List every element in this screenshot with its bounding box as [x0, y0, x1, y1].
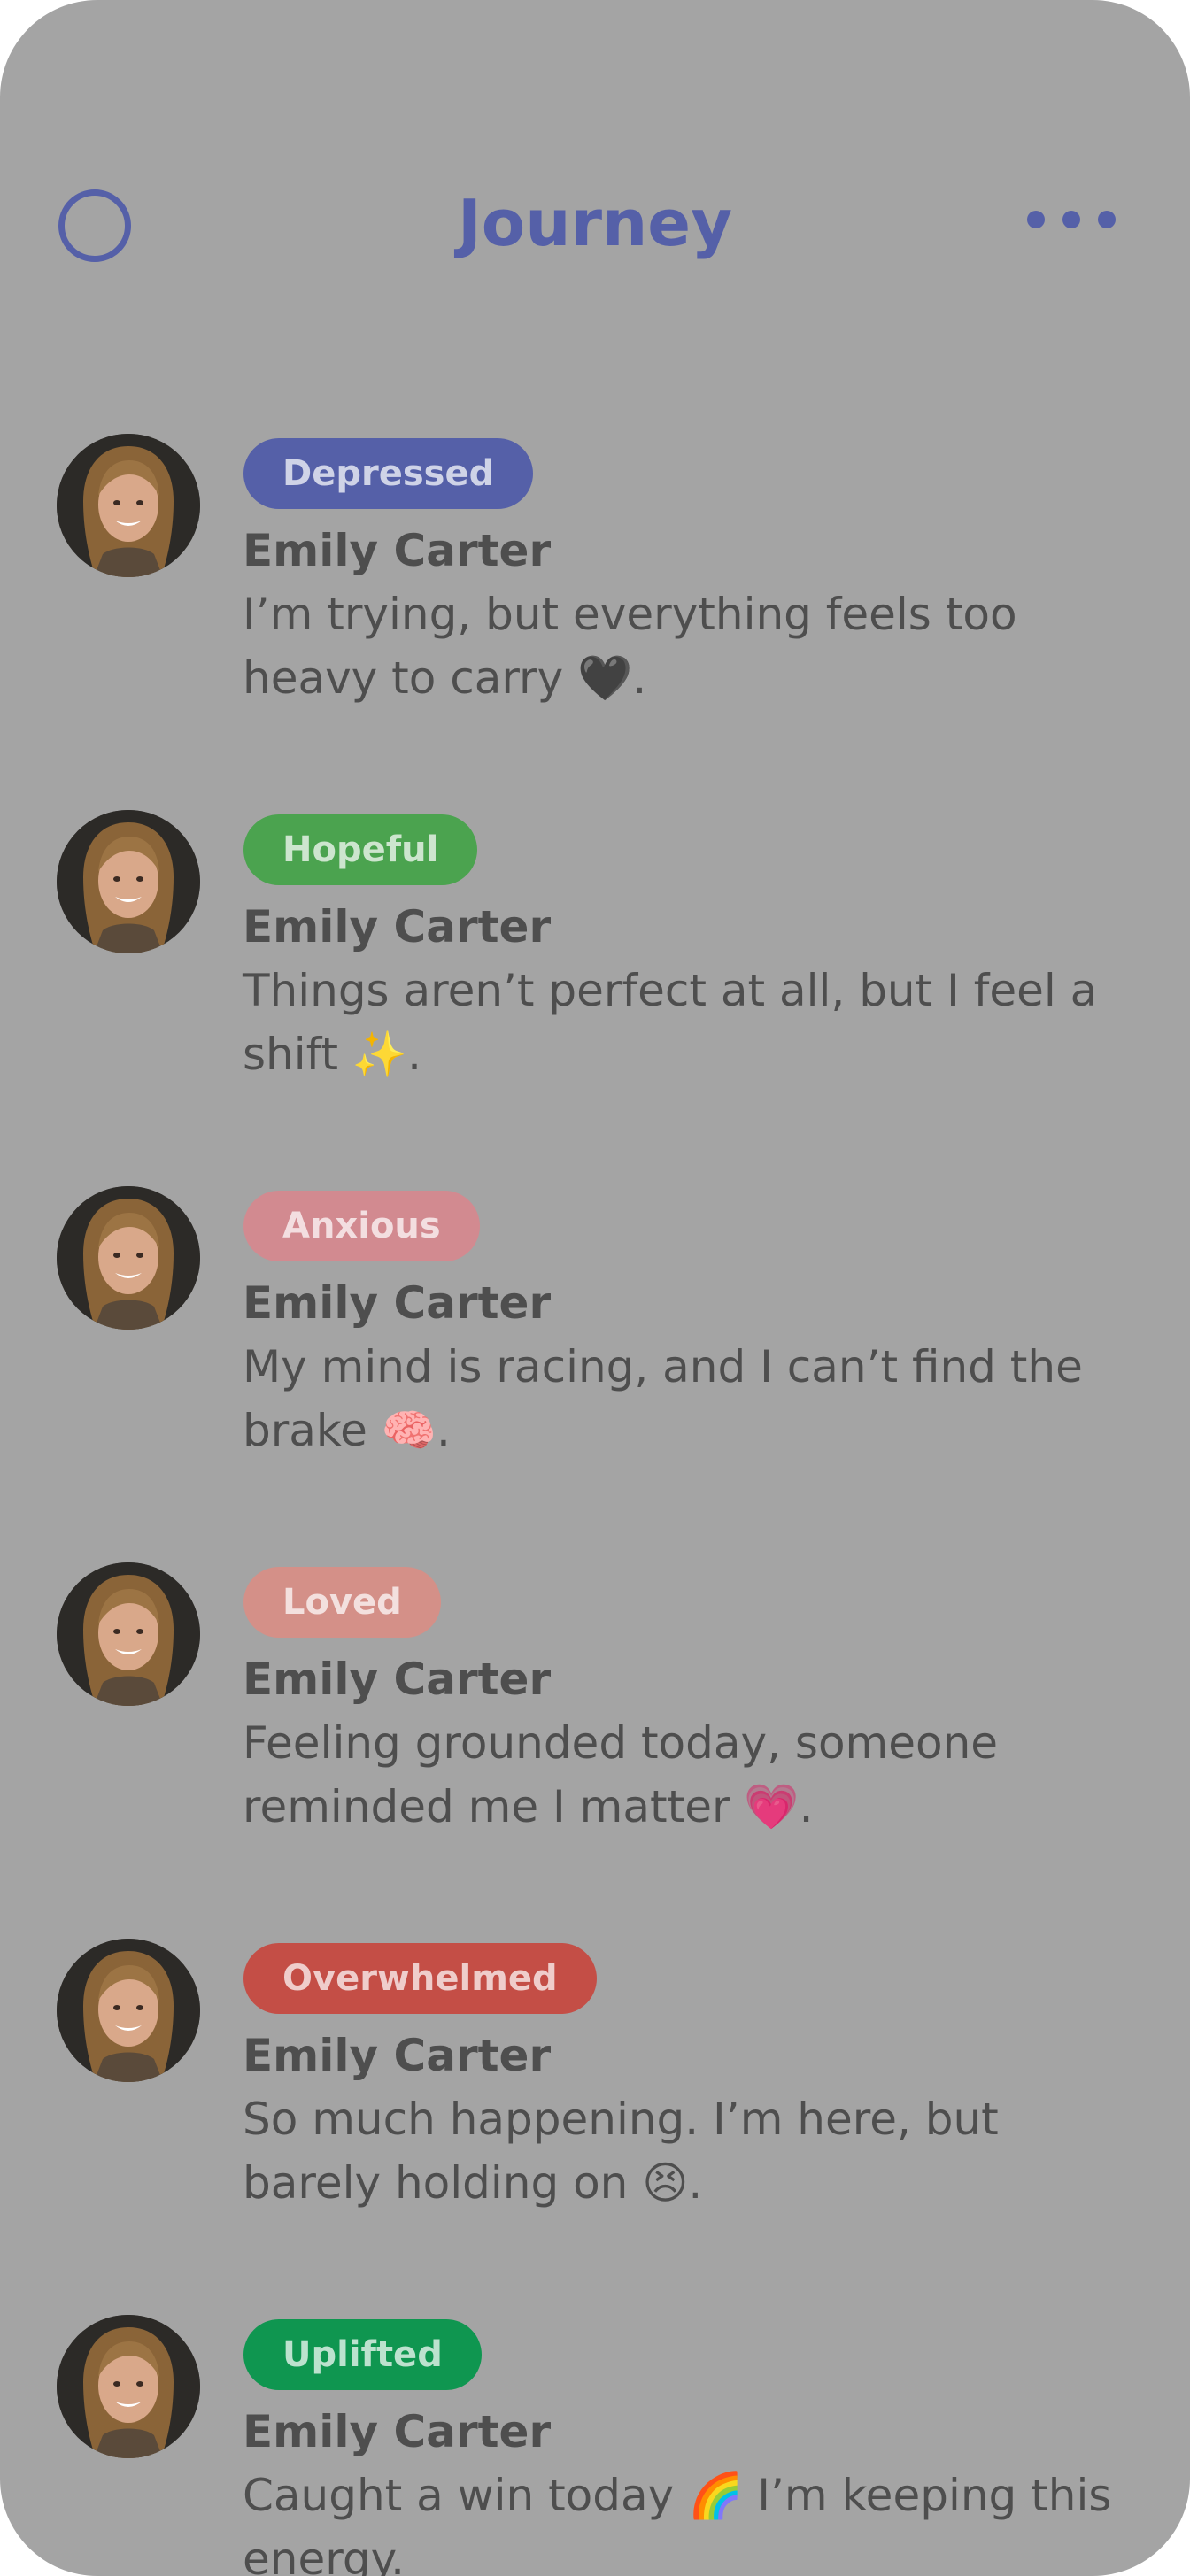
journal-entry[interactable]: Hopeful Emily Carter Things aren’t perfe… — [0, 810, 1190, 1186]
mood-badge: Uplifted — [243, 2319, 482, 2390]
avatar — [57, 1939, 200, 2082]
author-name: Emily Carter — [243, 525, 552, 576]
mood-badge: Hopeful — [243, 814, 478, 885]
entry-text: Things aren’t perfect at all, but I feel… — [243, 965, 1098, 1080]
journal-entry[interactable]: Depressed Emily Carter I’m trying, but e… — [0, 434, 1190, 810]
journey-feed: Depressed Emily Carter I’m trying, but e… — [0, 434, 1190, 2576]
entry-text: Feeling grounded today, someone reminded… — [243, 1717, 999, 1832]
journal-entry[interactable]: Loved Emily Carter Feeling grounded toda… — [0, 1562, 1190, 1939]
author-name: Emily Carter — [243, 1277, 552, 1329]
avatar — [57, 1562, 200, 1706]
journal-entry[interactable]: Overwhelmed Emily Carter So much happeni… — [0, 1939, 1190, 2315]
avatar — [57, 434, 200, 577]
mood-badge: Anxious — [243, 1191, 480, 1261]
entry-text: So much happening. I’m here, but barely … — [243, 2094, 999, 2209]
circle-icon[interactable] — [58, 189, 131, 262]
avatar — [57, 810, 200, 953]
more-horizontal-icon[interactable] — [1027, 204, 1116, 235]
mood-badge: Loved — [243, 1567, 441, 1638]
entry-text: Caught a win today 🌈 I’m keeping this en… — [243, 2470, 1112, 2576]
app-screen: Journey Depressed Emily Carter I’m tryin… — [0, 0, 1190, 2576]
journal-entry[interactable]: Anxious Emily Carter My mind is racing, … — [0, 1186, 1190, 1562]
page-title: Journey — [457, 186, 733, 260]
avatar — [57, 2315, 200, 2458]
mood-badge: Overwhelmed — [243, 1943, 597, 2014]
dot — [1098, 211, 1116, 228]
author-name: Emily Carter — [243, 901, 552, 953]
journal-entry[interactable]: Uplifted Emily Carter Caught a win today… — [0, 2315, 1190, 2576]
author-name: Emily Carter — [243, 2406, 552, 2457]
author-name: Emily Carter — [243, 2030, 552, 2081]
avatar — [57, 1186, 200, 1330]
header: Journey — [0, 168, 1190, 283]
author-name: Emily Carter — [243, 1654, 552, 1705]
entry-text: My mind is racing, and I can’t find the … — [243, 1341, 1083, 1456]
entry-text: I’m trying, but everything feels too hea… — [243, 589, 1017, 704]
dot — [1027, 211, 1045, 228]
dot — [1062, 211, 1080, 228]
mood-badge: Depressed — [243, 438, 534, 509]
